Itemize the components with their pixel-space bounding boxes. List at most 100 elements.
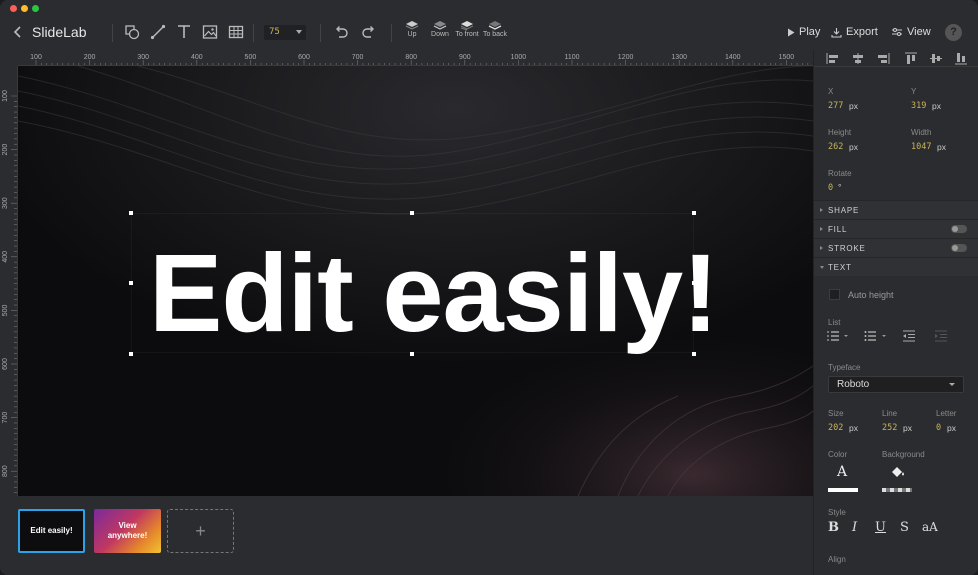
- slide-thumbnail-label: Edit easily!: [30, 526, 73, 535]
- slide-headline[interactable]: Edit easily!: [149, 224, 719, 364]
- ruler-label: 100: [2, 90, 9, 102]
- resize-handle-bottom[interactable]: [410, 352, 414, 356]
- send-backward-button[interactable]: Down: [425, 20, 455, 48]
- export-button[interactable]: Export: [831, 26, 878, 38]
- resize-handle-left[interactable]: [129, 281, 133, 285]
- image-icon[interactable]: [201, 23, 219, 41]
- text-case-button[interactable]: aA: [922, 520, 938, 534]
- ruler-label: 400: [191, 54, 203, 61]
- ruler-corner: [0, 50, 18, 66]
- table-icon[interactable]: [227, 23, 245, 41]
- text-color-swatch: [828, 488, 858, 492]
- underline-button[interactable]: U: [875, 520, 886, 535]
- paint-bucket-icon: [892, 467, 904, 477]
- bring-forward-button[interactable]: Up: [397, 20, 427, 48]
- align-right-icon[interactable]: [876, 52, 890, 65]
- y-input[interactable]: 319: [911, 101, 926, 111]
- redo-icon[interactable]: [360, 23, 378, 41]
- zoom-select[interactable]: 75: [264, 25, 306, 40]
- typeface-select[interactable]: Roboto: [828, 376, 964, 393]
- section-text[interactable]: TEXT: [814, 257, 978, 276]
- play-label: Play: [799, 26, 821, 38]
- auto-height-checkbox[interactable]: [829, 289, 840, 300]
- fill-toggle[interactable]: [951, 225, 967, 233]
- resize-handle-right[interactable]: [692, 281, 696, 285]
- text-color-button[interactable]: A: [828, 464, 858, 492]
- close-window-button[interactable]: [10, 5, 17, 12]
- align-toolbar: [814, 50, 978, 67]
- layer-up-icon: [405, 21, 419, 30]
- ruler-label: 200: [2, 144, 9, 156]
- height-label: Height: [828, 128, 852, 137]
- slide-thumbnail-label: View anywhere!: [107, 521, 148, 540]
- ruler-label: 1500: [779, 54, 795, 61]
- play-button[interactable]: Play: [787, 26, 820, 38]
- align-top-icon[interactable]: [904, 52, 918, 65]
- rotate-input[interactable]: 0: [828, 183, 833, 193]
- bring-forward-label: Up: [407, 31, 417, 38]
- section-stroke[interactable]: STROKE: [814, 238, 978, 257]
- zoom-value: 75: [269, 27, 280, 37]
- properties-panel: X 277 px Y 319 px Height 262 px Width 10…: [813, 50, 978, 575]
- italic-button[interactable]: I: [852, 520, 857, 535]
- text-icon[interactable]: [175, 23, 193, 41]
- ruler-label: 600: [298, 54, 310, 61]
- section-fill[interactable]: FILL: [814, 219, 978, 238]
- maximize-window-button[interactable]: [32, 5, 39, 12]
- resize-handle-top-left[interactable]: [129, 211, 133, 215]
- toolbar-divider: [391, 24, 392, 42]
- ruler-label: 500: [2, 304, 9, 316]
- align-center-icon[interactable]: [851, 52, 865, 65]
- add-slide-button[interactable]: +: [167, 509, 234, 553]
- line-height-unit: px: [903, 423, 912, 433]
- toolbar-divider: [320, 24, 321, 42]
- chevron-right-icon: [820, 227, 823, 231]
- shapes-icon[interactable]: [123, 23, 141, 41]
- width-input[interactable]: 1047: [911, 142, 931, 152]
- y-label: Y: [911, 87, 917, 96]
- line-icon[interactable]: [149, 23, 167, 41]
- bring-to-front-button[interactable]: To front: [452, 20, 482, 48]
- strikethrough-button[interactable]: S: [900, 520, 909, 535]
- align-middle-icon[interactable]: [929, 52, 943, 65]
- height-input[interactable]: 262: [828, 142, 843, 152]
- app-title: SlideLab: [32, 24, 87, 40]
- numbered-list-icon[interactable]: [827, 330, 849, 342]
- section-fill-label: FILL: [828, 225, 848, 234]
- x-input[interactable]: 277: [828, 101, 843, 111]
- bullet-list-icon[interactable]: [864, 330, 888, 342]
- text-background-button[interactable]: [882, 464, 912, 492]
- ruler-label: 200: [84, 54, 96, 61]
- indent-increase-icon[interactable]: [934, 330, 948, 342]
- resize-handle-bottom-left[interactable]: [129, 352, 133, 356]
- resize-handle-top[interactable]: [410, 211, 414, 215]
- font-size-input[interactable]: 202: [828, 423, 843, 433]
- slide-thumbnail[interactable]: Edit easily!: [18, 509, 85, 553]
- chevron-down-icon: [949, 383, 955, 386]
- ruler-label: 1300: [671, 54, 687, 61]
- section-shape[interactable]: SHAPE: [814, 200, 978, 219]
- ruler-label: 500: [245, 54, 257, 61]
- undo-icon[interactable]: [332, 23, 350, 41]
- view-button[interactable]: View: [891, 26, 931, 38]
- align-left-icon[interactable]: [826, 52, 840, 65]
- bold-button[interactable]: B: [828, 520, 839, 535]
- indent-decrease-icon[interactable]: [902, 330, 916, 342]
- resize-handle-bottom-right[interactable]: [692, 352, 696, 356]
- align-bottom-icon[interactable]: [954, 52, 968, 65]
- back-icon[interactable]: [10, 24, 26, 40]
- help-button[interactable]: ?: [945, 24, 962, 41]
- minimize-window-button[interactable]: [21, 5, 28, 12]
- height-unit: px: [849, 142, 858, 152]
- stroke-toggle[interactable]: [951, 244, 967, 252]
- slide-thumbnail[interactable]: View anywhere!: [94, 509, 161, 553]
- send-to-back-button[interactable]: To back: [480, 20, 510, 48]
- line-height-input[interactable]: 252: [882, 423, 897, 433]
- line-height-label: Line: [882, 409, 898, 418]
- resize-handle-top-right[interactable]: [692, 211, 696, 215]
- letter-spacing-input[interactable]: 0: [936, 423, 941, 433]
- slide-canvas[interactable]: Edit easily!: [18, 66, 813, 496]
- send-to-back-label: To back: [482, 31, 508, 38]
- ruler-label: 300: [2, 197, 9, 209]
- chevron-down-icon: [296, 30, 302, 34]
